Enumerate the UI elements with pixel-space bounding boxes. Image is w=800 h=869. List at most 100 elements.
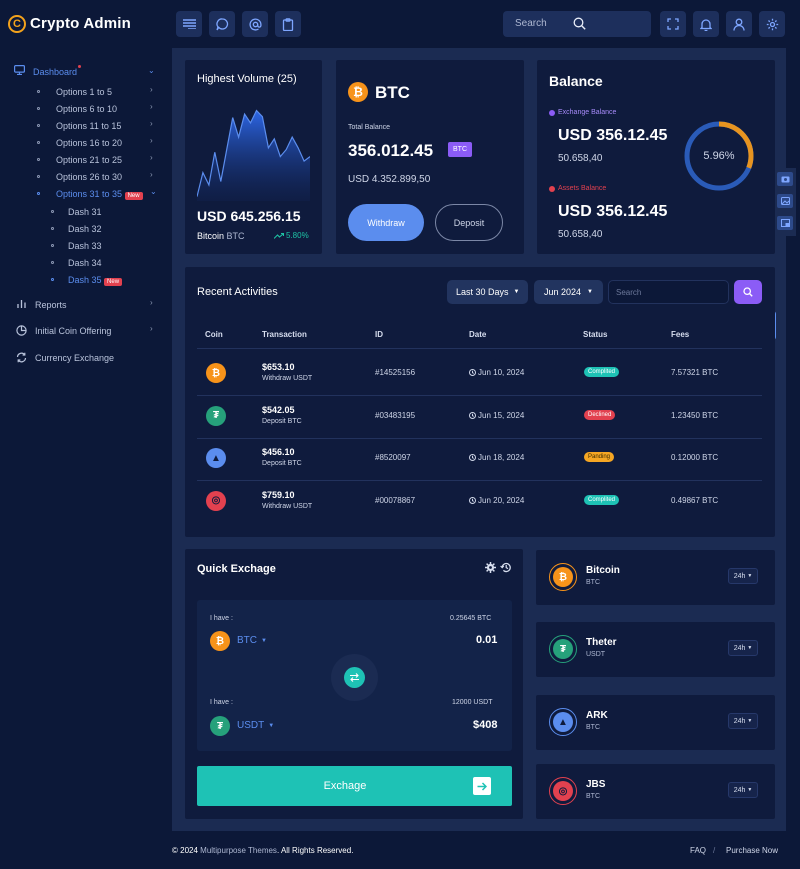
faq-link[interactable]: FAQ [690, 846, 706, 855]
chevron-right-icon[interactable]: › [150, 170, 153, 179]
chevron-right-icon[interactable]: › [150, 298, 153, 307]
transaction-id: #8520097 [375, 453, 411, 462]
to-amount-input[interactable]: $408 [473, 719, 497, 731]
sidebar-bullet-icon [37, 107, 40, 110]
sidebar-item-currency-exchange[interactable]: Currency Exchange [35, 353, 114, 363]
chevron-right-icon[interactable]: › [150, 85, 153, 94]
chevron-right-icon[interactable]: › [150, 324, 153, 333]
sidebar-item-dash[interactable]: Dash 34 [68, 258, 102, 268]
sidebar-item-ico[interactable]: Initial Coin Offering [35, 326, 111, 336]
settings-button[interactable] [759, 11, 785, 37]
sidebar-item-option[interactable]: Options 16 to 20 [56, 138, 122, 148]
period-value: 24h [733, 572, 746, 580]
transaction-amount: $653.10 [262, 362, 295, 372]
jbs-icon: ◎ [206, 490, 226, 511]
sidebar-item-dash[interactable]: Dash 33 [68, 241, 102, 251]
activities-search-input[interactable]: Search [608, 280, 729, 304]
camera-tool-button[interactable] [777, 172, 793, 186]
status-badge: Panding [584, 452, 615, 462]
layout-tool-button[interactable] [777, 216, 793, 230]
swap-button[interactable] [344, 667, 365, 688]
exchange-button-label: Exchage [323, 780, 367, 792]
sidebar-item-option[interactable]: Options 6 to 10 [56, 104, 117, 114]
sidebar-item-label: Options 31 to 35 [56, 189, 123, 199]
sidebar-bullet-icon [51, 210, 54, 213]
period-select[interactable]: 24h ▼ [728, 713, 758, 729]
clock-icon [469, 369, 476, 376]
withdraw-button[interactable]: Withdraw [348, 204, 424, 241]
chevron-right-icon[interactable]: › [150, 102, 153, 111]
chevron-right-icon[interactable]: › [150, 153, 153, 162]
gear-icon[interactable] [485, 562, 496, 573]
from-amount-input[interactable]: 0.01 [476, 634, 497, 646]
sidebar-item-dash[interactable]: Dash 35 New [68, 275, 123, 286]
sidebar-bullet-icon [51, 244, 54, 247]
caret-down-icon: ▼ [747, 573, 753, 579]
purchase-link[interactable]: Purchase Now [726, 846, 778, 855]
search-icon [743, 287, 753, 297]
sidebar-item-dash[interactable]: Dash 31 [68, 207, 102, 217]
coin-code: BTC [586, 579, 600, 586]
refresh-icon [16, 352, 27, 363]
clock-icon [469, 496, 476, 504]
caret-down-icon: ▼ [747, 645, 753, 651]
at-sign-icon [248, 18, 262, 31]
chevron-down-icon[interactable]: ⌄ [148, 66, 155, 75]
period-select[interactable]: 24h ▼ [728, 782, 758, 798]
volume-coin-label: Bitcoin [197, 231, 225, 241]
usd-balance: USD 4.352.899,50 [348, 174, 431, 185]
coin-card[interactable]: ₿ Bitcoin BTC 24h ▼ [536, 550, 775, 605]
hamburger-icon [182, 19, 196, 29]
sidebar-item-option[interactable]: Options 21 to 25 [56, 155, 122, 165]
activities-search-button[interactable] [734, 280, 762, 304]
clipboard-button[interactable] [275, 11, 301, 37]
mail-button[interactable] [242, 11, 268, 37]
coin-card[interactable]: ₮ Theter USDT 24h ▼ [536, 622, 775, 677]
chevron-right-icon[interactable]: › [150, 136, 153, 145]
date-range-filter[interactable]: Last 30 Days ▼ [447, 280, 528, 304]
search-icon[interactable] [515, 17, 643, 30]
notifications-button[interactable] [693, 11, 719, 37]
coin-card[interactable]: ▲ ARK BTC 24h ▼ [536, 695, 775, 750]
exchange-submit-button[interactable]: Exchage [197, 766, 512, 806]
to-balance: 12000 USDT [452, 699, 493, 706]
chevron-right-icon[interactable]: › [150, 119, 153, 128]
top-search-input[interactable]: Search [503, 11, 651, 37]
period-select[interactable]: 24h ▼ [728, 568, 758, 584]
coin-code: USDT [586, 651, 606, 658]
history-icon[interactable] [500, 562, 512, 573]
column-header-status: Status [583, 330, 608, 339]
sidebar-item-label: Dash 35 [68, 275, 102, 285]
sidebar-item-dashboard[interactable]: Dashboard [33, 67, 77, 77]
camera-icon [781, 176, 790, 183]
bitcoin-icon: ₿ [206, 363, 226, 383]
transaction-fee: 0.12000 BTC [671, 453, 719, 462]
chevron-down-icon[interactable]: ⌄ [150, 187, 157, 196]
period-select[interactable]: 24h ▼ [728, 640, 758, 656]
tether-icon: ₮ [210, 716, 230, 736]
menu-toggle-button[interactable] [176, 11, 202, 37]
sidebar-item-option[interactable]: Options 11 to 15 [56, 121, 121, 131]
layout-icon [780, 219, 790, 227]
sidebar-item-option[interactable]: Options 31 to 35 New [56, 189, 143, 200]
bitcoin-icon: ₿ [553, 567, 573, 587]
sidebar-item-dash[interactable]: Dash 32 [68, 224, 102, 234]
sidebar-item-option[interactable]: Options 26 to 30 [56, 172, 122, 182]
coin-card[interactable]: ◎ JBS BTC 24h ▼ [536, 764, 775, 819]
deposit-button[interactable]: Deposit [435, 204, 503, 241]
month-filter[interactable]: Jun 2024 ▼ [534, 280, 603, 304]
to-coin-select[interactable]: USDT ▼ [237, 720, 274, 731]
sidebar-item-reports[interactable]: Reports [35, 300, 67, 310]
image-tool-button[interactable] [777, 194, 793, 208]
chat-button[interactable] [209, 11, 235, 37]
sidebar-item-option[interactable]: Options 1 to 5 [56, 87, 112, 97]
user-profile-button[interactable] [726, 11, 752, 37]
from-coin-select[interactable]: BTC ▼ [237, 635, 267, 646]
transaction-fee: 1.23450 BTC [671, 410, 719, 420]
company-link[interactable]: Multipurpose Themes [200, 846, 277, 855]
tether-icon: ₮ [206, 405, 226, 426]
app-title[interactable]: Crypto Admin [30, 15, 131, 32]
fullscreen-button[interactable] [660, 11, 686, 37]
sidebar-bullet-icon [51, 261, 54, 264]
transaction-date: Jun 10, 2024 [469, 368, 524, 377]
